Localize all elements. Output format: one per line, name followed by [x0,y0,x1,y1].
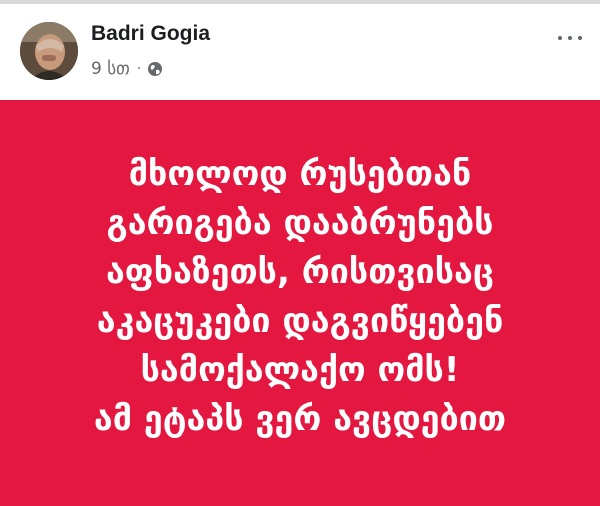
post-text-line: სამოქალაქო ომს! [140,350,460,390]
post-header: Badri Gogia 9 სთ · [0,4,600,100]
post-meta: 9 სთ · [91,59,163,79]
post-text-line: ამ ეტაპს ვერ ავცდებით [93,399,507,439]
post-text-line: აკაცუკები დაგვიწყებენ [96,301,504,341]
post-text-line: აფხაზეთს, რისთვისაც [105,252,495,292]
more-options-icon[interactable] [550,26,590,50]
post-text: მხოლოდ რუსებთან გარიგება დააბრუნებს აფხა… [10,150,590,444]
avatar[interactable] [20,22,78,80]
post-background-card: მხოლოდ რუსებთან გარიგება დააბრუნებს აფხა… [0,100,600,506]
meta-separator: · [136,61,142,77]
post-text-line: მხოლოდ რუსებთან [128,154,472,194]
post-text-line: გარიგება დააბრუნებს [106,203,494,243]
post-timestamp[interactable]: 9 სთ [91,59,130,79]
globe-icon[interactable] [147,61,163,77]
author-name[interactable]: Badri Gogia [91,22,210,46]
avatar-photo [20,22,78,80]
